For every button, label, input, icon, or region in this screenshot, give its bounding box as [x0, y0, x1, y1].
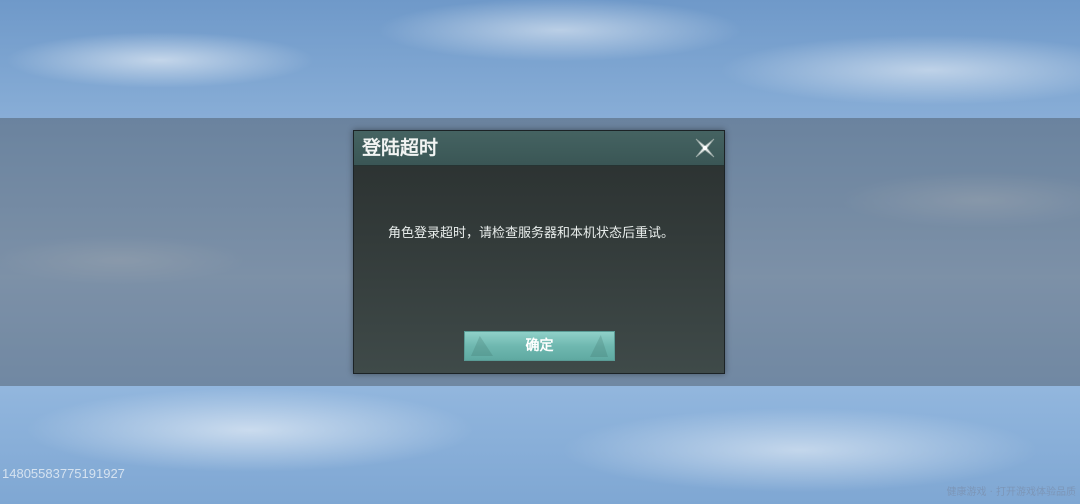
dialog-message: 角色登录超时，请检查服务器和本机状态后重试。 [388, 226, 675, 241]
player-uid: 1480558377519​1927 [2, 466, 125, 481]
confirm-button-label: 确定 [525, 338, 554, 354]
confirm-button[interactable]: 确定 [464, 331, 615, 361]
close-x-icon [695, 138, 715, 158]
game-screen: 登陆超时 角色登录超时，请检查服务器和本机状态后重试。 确定 148055837… [0, 0, 1080, 504]
login-timeout-dialog: 登陆超时 角色登录超时，请检查服务器和本机状态后重试。 确定 [353, 130, 725, 374]
close-button[interactable] [692, 135, 718, 161]
dialog-title: 登陆超时 [362, 137, 439, 159]
dialog-header: 登陆超时 [354, 131, 724, 166]
health-notice: 健康游戏 · 打开游戏体验品质 [946, 487, 1076, 498]
